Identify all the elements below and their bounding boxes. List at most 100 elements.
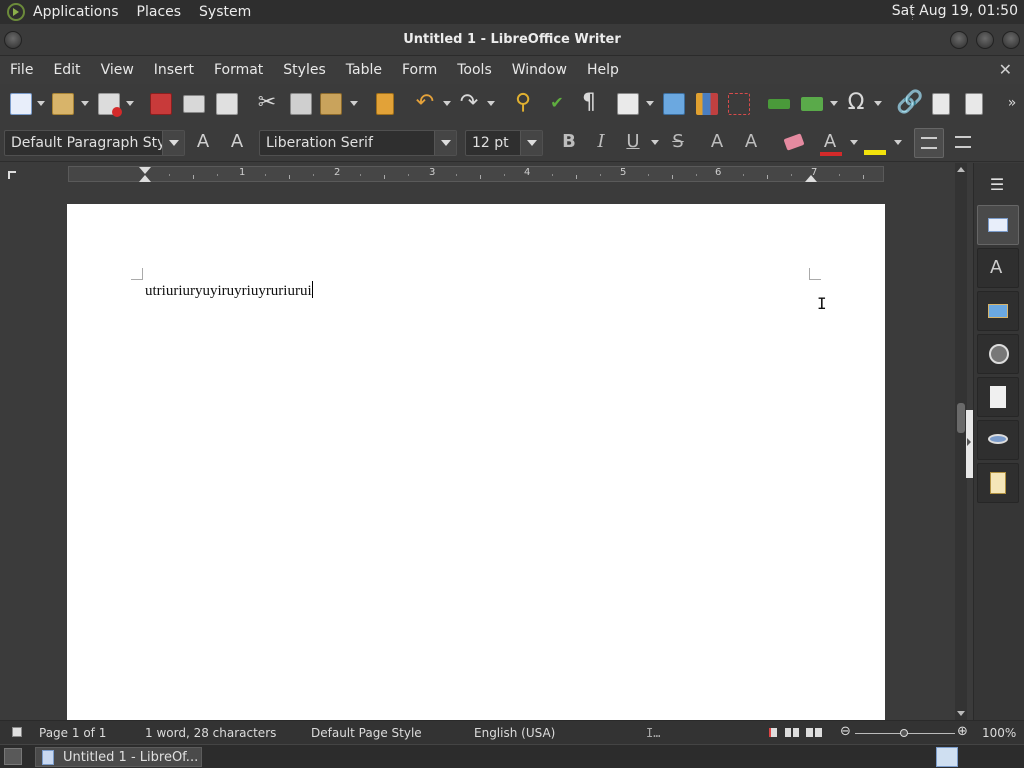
print-icon[interactable] [183, 95, 205, 113]
insert-chart-icon[interactable] [696, 93, 718, 115]
zoom-level[interactable]: 100% [982, 726, 1016, 740]
page-number[interactable]: Page 1 of 1 [39, 726, 106, 740]
paragraph-style-dropdown-icon[interactable] [162, 131, 184, 155]
subscript-icon[interactable]: A [738, 128, 764, 156]
paragraph-style-combo[interactable]: Default Paragraph Style [4, 130, 185, 156]
undo-icon[interactable]: ↶ [412, 89, 438, 117]
find-replace-icon[interactable]: ⚲ [510, 89, 536, 117]
insert-mode-icon[interactable]: I… [646, 726, 660, 740]
open-folder-icon[interactable] [52, 93, 74, 115]
new-dropdown-icon[interactable] [37, 101, 45, 106]
menu-window[interactable]: Window [502, 62, 577, 78]
menu-file[interactable]: File [0, 62, 43, 78]
navigator-deck-icon[interactable] [977, 334, 1019, 374]
single-page-view-icon[interactable] [769, 728, 777, 737]
manage-changes-deck-icon[interactable] [977, 420, 1019, 460]
clear-formatting-icon[interactable] [783, 133, 805, 151]
copy-icon[interactable] [290, 93, 312, 115]
save-icon[interactable] [98, 93, 122, 117]
menu-tools[interactable]: Tools [447, 62, 502, 78]
open-dropdown-icon[interactable] [81, 101, 89, 106]
insert-footnote-icon[interactable] [932, 93, 950, 115]
underline-dropdown-icon[interactable] [651, 140, 659, 145]
document-canvas[interactable]: utriuriuryuyiruyriuyruriurui I [0, 186, 955, 720]
hyperlink-icon[interactable]: 🔗 [896, 89, 923, 117]
redo-dropdown-icon[interactable] [487, 101, 495, 106]
clock[interactable]: Sat Aug 19, 01:50 [892, 3, 1018, 19]
paste-dropdown-icon[interactable] [350, 101, 358, 106]
insert-table-icon[interactable] [617, 93, 639, 115]
cut-icon[interactable]: ✂ [254, 89, 280, 117]
sidebar-collapse-handle[interactable] [966, 410, 973, 478]
font-size-dropdown-icon[interactable] [520, 131, 542, 155]
formatting-marks-icon[interactable]: ¶ [576, 89, 602, 117]
gallery-deck-icon[interactable] [977, 291, 1019, 331]
applications-menu[interactable]: Applications [33, 4, 119, 20]
minimize-button[interactable] [950, 31, 968, 49]
align-left-button[interactable] [914, 128, 944, 158]
zoom-slider-knob[interactable] [900, 729, 908, 737]
taskbar-window-button[interactable]: Untitled 1 - LibreOf... [35, 747, 202, 767]
insert-field-icon[interactable] [801, 97, 823, 111]
special-char-dropdown-icon[interactable] [874, 101, 882, 106]
menu-help[interactable]: Help [577, 62, 629, 78]
field-dropdown-icon[interactable] [830, 101, 838, 106]
toolbar-overflow-icon[interactable]: » [1003, 89, 1021, 117]
tab-stop-selector[interactable] [8, 171, 16, 179]
save-dropdown-icon[interactable] [126, 101, 134, 106]
clone-formatting-icon[interactable] [376, 93, 394, 115]
scroll-down-icon[interactable] [957, 711, 965, 716]
horizontal-ruler[interactable]: 1 2 3 4 5 6 7 [68, 166, 884, 182]
menu-edit[interactable]: Edit [43, 62, 90, 78]
document-text[interactable]: utriuriuryuyiruyriuyruriurui [145, 281, 313, 300]
close-window-button[interactable] [1002, 31, 1020, 49]
menu-styles[interactable]: Styles [273, 62, 335, 78]
show-desktop-icon[interactable] [4, 748, 22, 765]
document-paragraph[interactable]: utriuriuryuyiruyriuyruriurui [145, 283, 312, 299]
print-preview-icon[interactable] [216, 93, 238, 115]
underline-icon[interactable]: U [620, 128, 646, 156]
highlight-dropdown-icon[interactable] [894, 140, 902, 145]
menu-view[interactable]: View [91, 62, 144, 78]
system-menu[interactable]: System [199, 4, 251, 20]
table-dropdown-icon[interactable] [646, 101, 654, 106]
word-count[interactable]: 1 word, 28 characters [145, 726, 276, 740]
strikethrough-icon[interactable]: S [665, 128, 691, 156]
places-menu[interactable]: Places [137, 4, 182, 20]
page-style[interactable]: Default Page Style [311, 726, 422, 740]
scrollbar-thumb[interactable] [957, 403, 965, 433]
maximize-button[interactable] [976, 31, 994, 49]
document-page[interactable]: utriuriuryuyiruyriuyruriurui I [67, 204, 885, 720]
redo-icon[interactable]: ↷ [456, 89, 482, 117]
gnome-foot-icon[interactable] [7, 3, 25, 21]
align-center-icon[interactable] [952, 132, 974, 154]
window-titlebar[interactable]: Untitled 1 - LibreOffice Writer [0, 24, 1024, 56]
paste-icon[interactable] [320, 93, 342, 115]
sidebar-menu-icon[interactable]: ☰ [988, 175, 1006, 194]
menu-table[interactable]: Table [336, 62, 392, 78]
new-style-icon[interactable]: A [224, 128, 250, 156]
superscript-icon[interactable]: A [704, 128, 730, 156]
zoom-in-icon[interactable]: ⊕ [957, 724, 968, 739]
font-name-combo[interactable]: Liberation Serif [259, 130, 457, 156]
insert-image-icon[interactable] [663, 93, 685, 115]
menu-insert[interactable]: Insert [144, 62, 204, 78]
workspace-switcher-icon[interactable] [936, 747, 958, 767]
first-line-indent-marker[interactable] [139, 167, 151, 174]
font-color-dropdown-icon[interactable] [850, 140, 858, 145]
page-deck-icon[interactable] [977, 377, 1019, 417]
scroll-up-icon[interactable] [957, 167, 965, 172]
right-indent-marker[interactable] [805, 175, 817, 182]
spelling-icon[interactable]: ✔ [544, 89, 570, 117]
export-pdf-icon[interactable] [150, 93, 172, 115]
font-name-dropdown-icon[interactable] [434, 131, 456, 155]
insert-page-break-icon[interactable] [768, 99, 790, 109]
new-document-icon[interactable] [10, 93, 32, 115]
undo-dropdown-icon[interactable] [443, 101, 451, 106]
insert-endnote-icon[interactable] [965, 93, 983, 115]
insert-textbox-icon[interactable] [728, 93, 750, 115]
highlight-icon[interactable] [864, 132, 886, 148]
italic-icon[interactable]: I [588, 128, 614, 156]
special-character-icon[interactable]: Ω [843, 89, 869, 117]
zoom-out-icon[interactable]: ⊖ [840, 724, 851, 739]
